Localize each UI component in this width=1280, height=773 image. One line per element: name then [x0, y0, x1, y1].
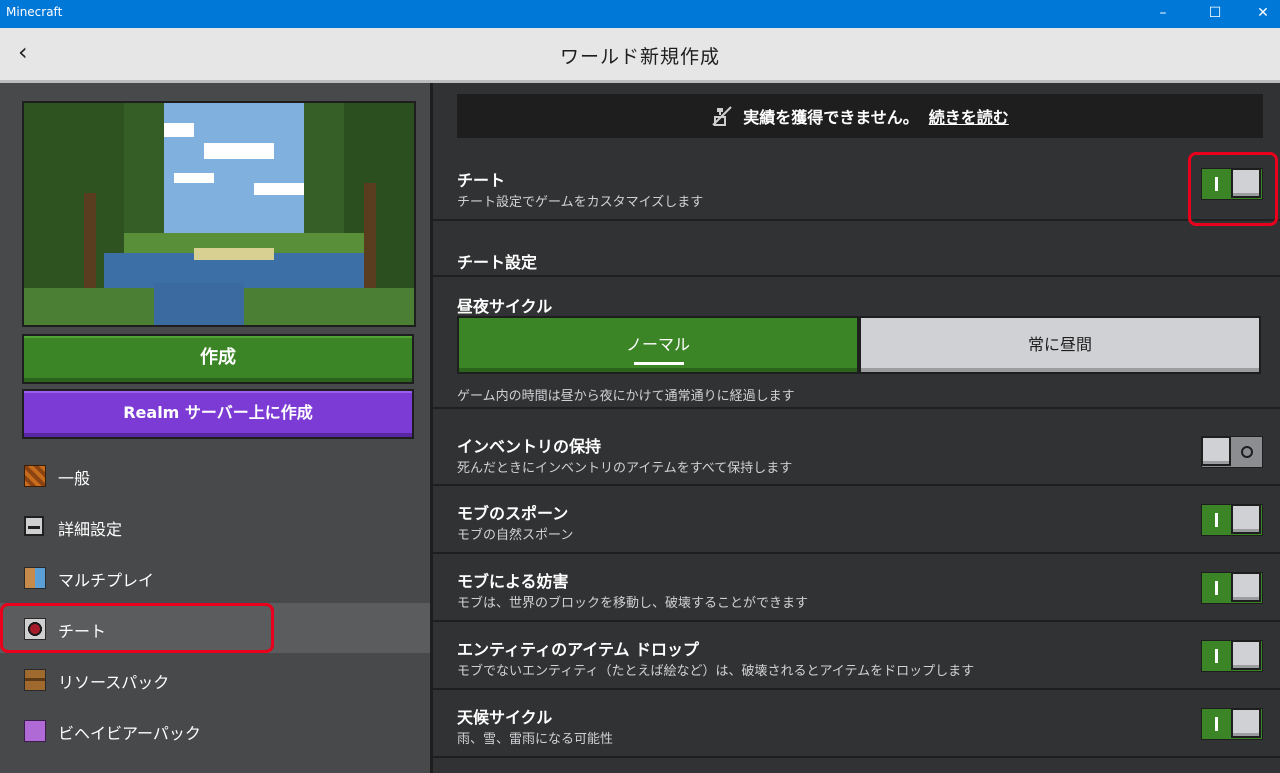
read-more-link[interactable]: 続きを読む [929, 104, 1009, 128]
daylight-option-always-day[interactable]: 常に昼間 [859, 316, 1261, 374]
setting-description: モブの自然スポーン [457, 528, 574, 543]
nav-label: チート [58, 622, 107, 641]
chest-icon [24, 669, 46, 691]
daylight-option-normal[interactable]: ノーマル [457, 316, 859, 374]
nav-label: 詳細設定 [58, 520, 123, 539]
setting-title: チート [457, 171, 506, 190]
setting-description: チート設定でゲームをカスタマイズします [457, 195, 704, 210]
settings-panel: 実績を獲得できません。 続きを読む チート チート設定でゲームをカスタマイズしま… [433, 83, 1280, 773]
nav-item-general[interactable]: 一般 [0, 450, 430, 500]
cheat-settings-section: チート設定 [433, 221, 1280, 277]
setting-row-entity-drops: エンティティのアイテム ドロップ モブでないエンティティ（たとえば絵など）は、破… [433, 622, 1280, 690]
achievement-disabled-icon [712, 106, 732, 126]
nav-item-multiplayer[interactable]: マルチプレイ [0, 552, 430, 602]
achievements-warning-banner: 実績を獲得できません。 続きを読む [457, 94, 1263, 138]
setting-row-mob-griefing: モブによる妨害 モブは、世界のブロックを移動し、破壊することができます [433, 554, 1280, 622]
nav-item-resource-packs[interactable]: リソースパック [0, 654, 430, 704]
setting-title: モブによる妨害 [457, 572, 569, 591]
minimize-button[interactable]: – [1140, 0, 1186, 28]
setting-title: エンティティのアイテム ドロップ [457, 640, 700, 659]
setting-title: インベントリの保持 [457, 437, 602, 456]
mob-griefing-toggle[interactable] [1201, 572, 1263, 604]
world-preview-image [22, 101, 416, 327]
purple-block-icon [24, 720, 46, 742]
weather-cycle-toggle[interactable] [1201, 708, 1263, 740]
setting-row-weather-cycle: 天候サイクル 雨、雪、雷雨になる可能性 [433, 690, 1280, 758]
setting-title: モブのスポーン [457, 504, 569, 523]
players-icon [24, 567, 46, 589]
setting-description: ゲーム内の時間は昼から夜にかけて通常通りに経過します [457, 389, 795, 404]
banner-text: 実績を獲得できません。 [743, 108, 919, 127]
nav-label: マルチプレイ [58, 571, 155, 590]
nav-item-behavior-packs[interactable]: ビヘイビアーパック [0, 705, 430, 755]
window-titlebar: Minecraft – ☐ ✕ [0, 0, 1280, 28]
nav-label: リソースパック [58, 673, 170, 692]
setting-row-keep-inventory: インベントリの保持 死んだときにインベントリのアイテムをすべて保持します [433, 418, 1280, 486]
monitor-icon [24, 516, 44, 536]
setting-description: モブは、世界のブロックを移動し、破壊することができます [457, 596, 809, 611]
create-button[interactable]: 作成 [22, 334, 414, 384]
close-button[interactable]: ✕ [1240, 0, 1280, 28]
setting-title: 天候サイクル [457, 708, 553, 727]
page-title: ワールド新規作成 [559, 46, 720, 68]
nav-label: ビヘイビアーパック [58, 724, 201, 743]
command-block-icon [24, 618, 46, 640]
app-title: Minecraft [6, 5, 63, 19]
gear-block-icon [24, 465, 46, 487]
section-heading: チート設定 [457, 253, 538, 272]
cheats-toggle[interactable] [1201, 168, 1263, 200]
entity-drops-toggle[interactable] [1201, 640, 1263, 672]
mob-spawning-toggle[interactable] [1201, 504, 1263, 536]
keep-inventory-toggle[interactable] [1201, 436, 1263, 468]
nav-label: 一般 [58, 469, 91, 488]
setting-description: 雨、雪、雷雨になる可能性 [457, 732, 614, 747]
setting-description: 死んだときにインベントリのアイテムをすべて保持します [457, 461, 793, 476]
daylight-description-row: ゲーム内の時間は昼から夜にかけて通常通りに経過します [433, 377, 1280, 409]
screen-header: ‹ ワールド新規作成 [0, 28, 1280, 83]
nav-item-advanced[interactable]: 詳細設定 [0, 501, 430, 551]
nav-item-cheats[interactable]: チート [0, 603, 430, 653]
setting-row-cheats: チート チート設定でゲームをカスタマイズします [433, 153, 1280, 221]
maximize-button[interactable]: ☐ [1192, 0, 1238, 28]
setting-description: モブでないエンティティ（たとえば絵など）は、破壊されるとアイテムをドロップします [457, 664, 975, 679]
left-panel: 作成 Realm サーバー上に作成 一般 詳細設定 マルチプレイ チート リソー… [0, 83, 430, 773]
setting-row-mob-spawning: モブのスポーン モブの自然スポーン [433, 486, 1280, 554]
daylight-cycle-title: 昼夜サイクル [457, 297, 553, 316]
create-on-realm-button[interactable]: Realm サーバー上に作成 [22, 389, 414, 439]
